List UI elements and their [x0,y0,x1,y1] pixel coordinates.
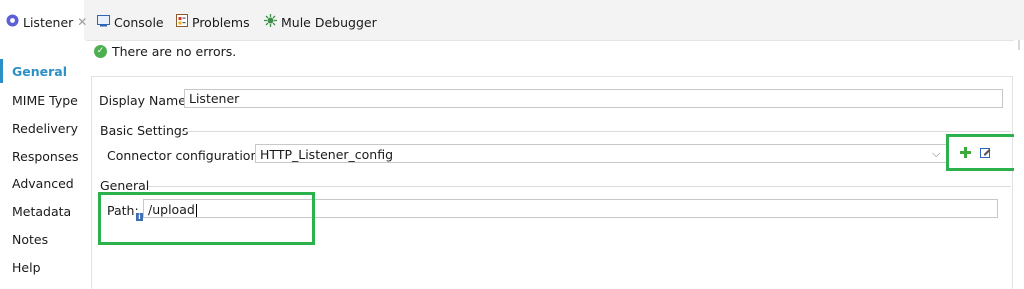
sidebar-item-mime-type[interactable]: MIME Type [12,93,78,108]
problems-icon [176,14,188,30]
check-circle-icon: ✓ [94,45,107,58]
tab-label: Problems [192,14,250,30]
chevron-down-icon[interactable]: ⌵ [932,147,940,161]
vertical-scrollbar[interactable] [1014,40,1024,285]
sidebar-item-redelivery[interactable]: Redelivery [12,121,78,136]
tab-console[interactable]: Console [97,12,164,32]
tab-problems[interactable]: Problems [176,12,250,32]
config-buttons-highlight [946,134,1021,171]
path-highlight [98,192,315,245]
tab-mule-debugger[interactable]: Mule Debugger [264,12,377,32]
listener-icon [6,14,19,30]
basic-settings-group-title: Basic Settings [100,123,189,138]
connector-configuration-select[interactable]: HTTP_Listener_config [255,144,947,163]
console-icon [97,14,110,30]
connector-configuration-label: Connector configuration: [107,148,263,163]
sidebar-item-general[interactable]: General [12,64,67,79]
tab-label: Mule Debugger [281,14,377,30]
display-name-label: Display Name: [99,93,191,108]
sidebar-item-help[interactable]: Help [12,260,41,275]
active-item-marker [0,59,3,83]
group-divider [148,186,1011,187]
sidebar-item-responses[interactable]: Responses [12,149,79,164]
display-name-input[interactable] [184,89,1003,108]
debugger-icon [264,14,277,30]
tab-label: Console [114,14,164,30]
sidebar-item-notes[interactable]: Notes [12,232,48,247]
editor-tab-bar: Listener ✕ Console Problems Mule Debugge… [0,0,1024,41]
properties-sidebar: General MIME Type Redelivery Responses A… [0,40,86,285]
sidebar-item-advanced[interactable]: Advanced [12,176,74,191]
tab-label: Listener [23,14,74,30]
status-message: There are no errors. [112,44,237,59]
group-divider [181,131,1011,132]
sidebar-item-metadata[interactable]: Metadata [12,204,71,219]
close-icon[interactable]: ✕ [77,15,87,29]
general-group-title: General [100,178,150,193]
scrollbar-thumb[interactable] [1018,40,1020,50]
connector-configuration-value: HTTP_Listener_config [260,147,394,162]
tab-listener[interactable]: Listener ✕ [6,12,87,32]
validation-status: ✓ There are no errors. [94,44,236,59]
